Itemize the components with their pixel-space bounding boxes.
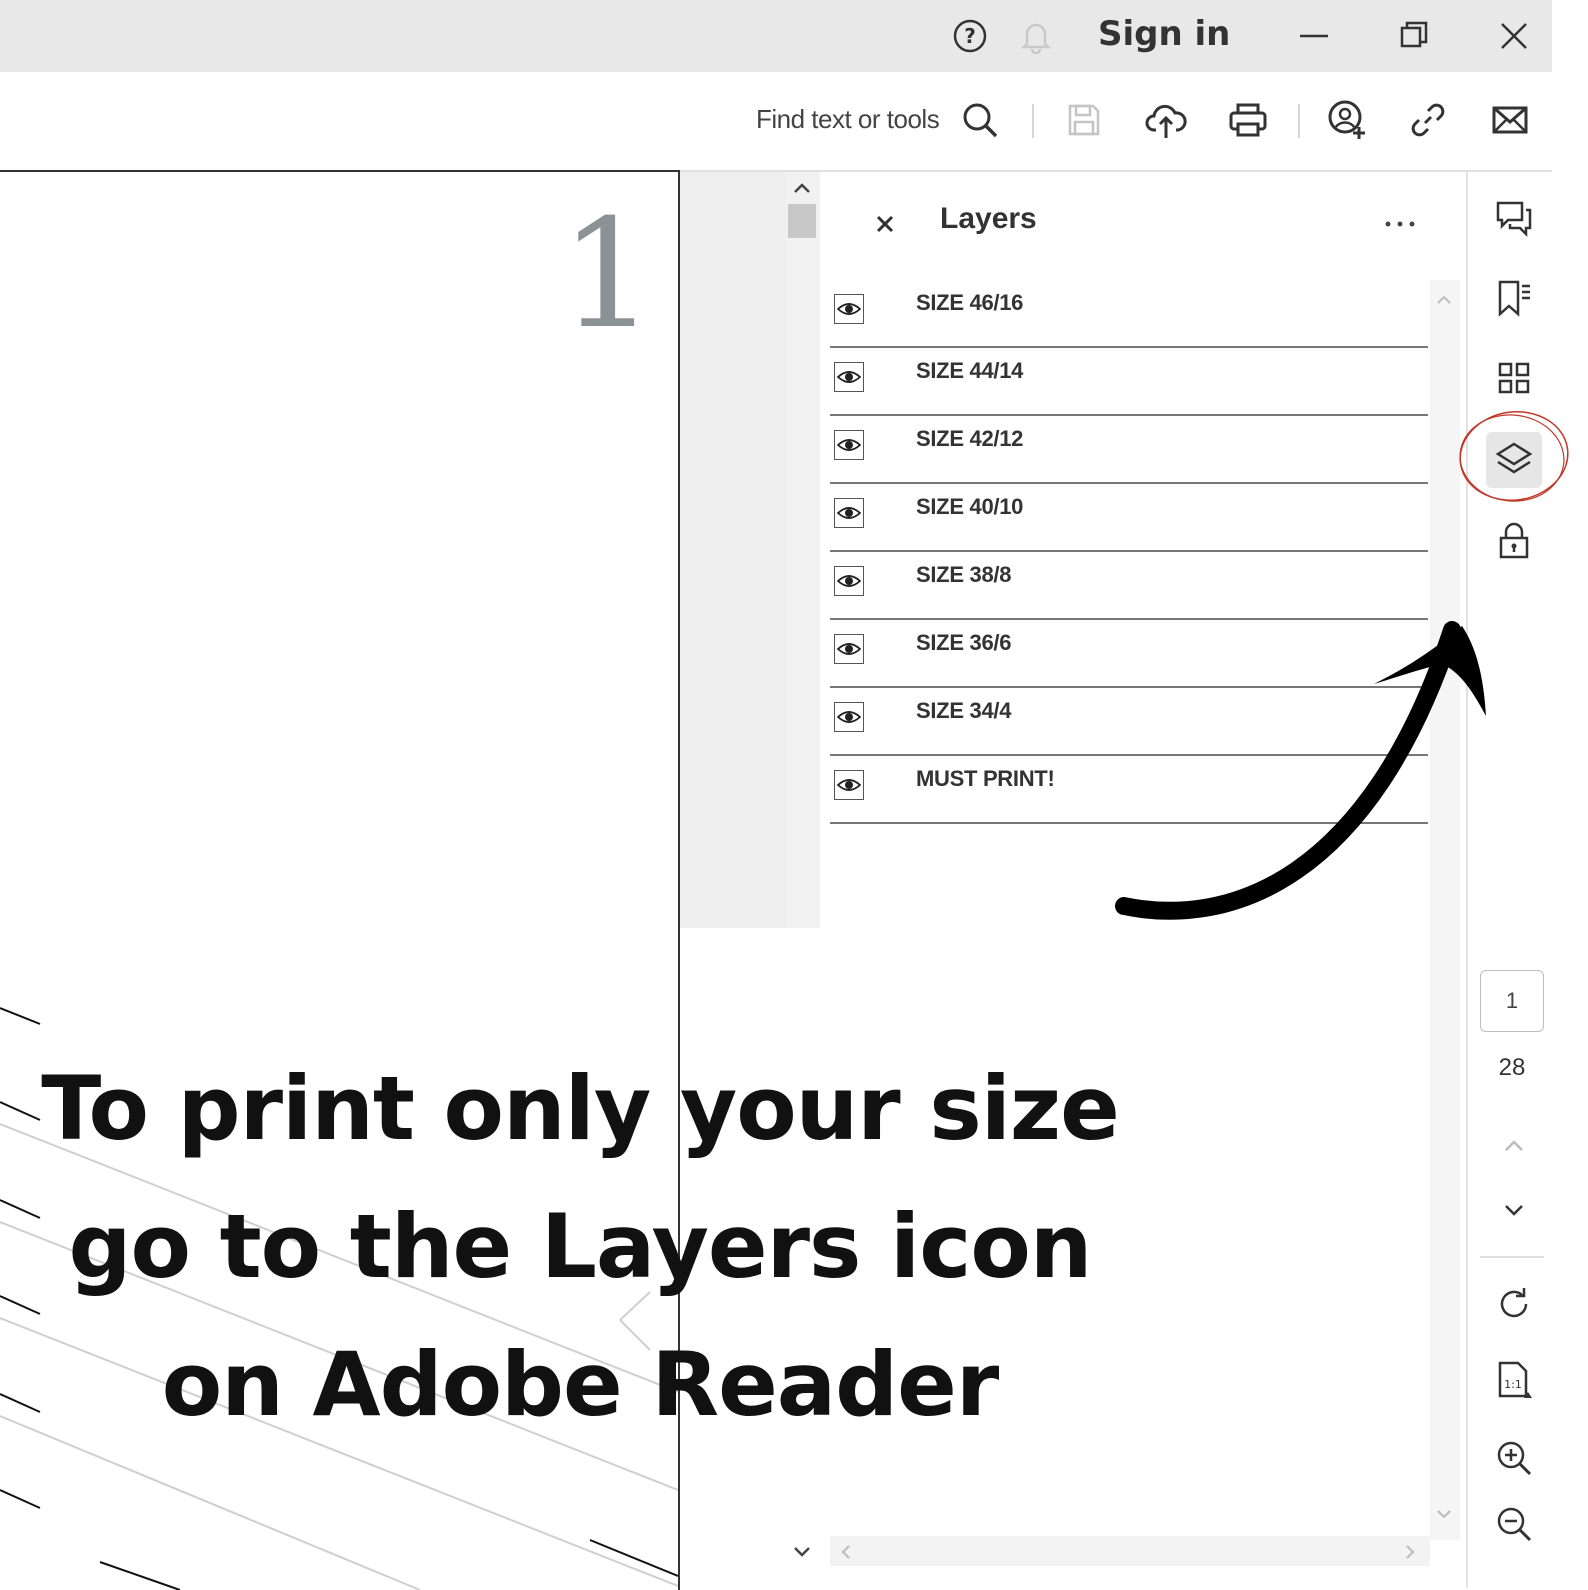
print-icon[interactable] bbox=[1226, 98, 1270, 142]
caption-line-3: on Adobe Reader bbox=[161, 1333, 1000, 1436]
layer-row[interactable]: SIZE 40/10 bbox=[830, 484, 1428, 552]
close-window-icon[interactable] bbox=[1494, 16, 1534, 56]
svg-text:?: ? bbox=[964, 24, 976, 48]
eye-icon[interactable] bbox=[834, 498, 864, 528]
layer-label: SIZE 46/16 bbox=[916, 290, 1024, 315]
layer-label: SIZE 36/6 bbox=[916, 630, 1012, 655]
scroll-down-icon[interactable] bbox=[790, 1542, 814, 1567]
toolbar-separator bbox=[1032, 104, 1034, 138]
title-bar: ? Sign in bbox=[0, 0, 1552, 72]
document-scrollbar[interactable] bbox=[786, 172, 820, 928]
window-edge bbox=[1552, 0, 1588, 1588]
actual-size-icon[interactable]: 1:1 bbox=[1486, 1352, 1542, 1408]
annotation-circle bbox=[1459, 411, 1569, 502]
zoom-out-icon[interactable] bbox=[1486, 1496, 1542, 1552]
page-thumbnails-icon[interactable] bbox=[1486, 350, 1542, 406]
bell-icon[interactable] bbox=[1016, 16, 1056, 56]
layer-row[interactable]: SIZE 46/16 bbox=[830, 280, 1428, 348]
restore-icon[interactable] bbox=[1394, 16, 1434, 56]
page-number-display: 1 bbox=[560, 188, 656, 362]
save-icon[interactable] bbox=[1062, 98, 1106, 142]
layer-label: SIZE 42/12 bbox=[916, 426, 1024, 451]
next-page-icon[interactable] bbox=[1486, 1182, 1542, 1238]
eye-icon[interactable] bbox=[834, 294, 864, 324]
minimize-icon[interactable] bbox=[1294, 16, 1334, 56]
previous-page-icon[interactable] bbox=[1486, 1118, 1542, 1174]
rotate-icon[interactable] bbox=[1486, 1276, 1542, 1332]
rail-separator bbox=[1480, 1256, 1544, 1258]
find-text-input[interactable]: Find text or tools bbox=[756, 104, 940, 135]
eye-icon[interactable] bbox=[834, 702, 864, 732]
caption-line-2: go to the Layers icon bbox=[68, 1195, 1093, 1298]
comment-icon[interactable] bbox=[1486, 190, 1542, 246]
eye-icon[interactable] bbox=[834, 634, 864, 664]
eye-icon[interactable] bbox=[834, 430, 864, 460]
layers-horizontal-scrollbar[interactable] bbox=[830, 1536, 1430, 1566]
upload-cloud-icon[interactable] bbox=[1144, 98, 1188, 142]
help-icon[interactable]: ? bbox=[950, 16, 990, 56]
eye-icon[interactable] bbox=[834, 566, 864, 596]
close-panel-icon[interactable] bbox=[870, 206, 900, 242]
panel-scroll-down-icon[interactable] bbox=[1432, 1504, 1456, 1529]
eye-icon[interactable] bbox=[834, 362, 864, 392]
layer-label: MUST PRINT! bbox=[916, 766, 1055, 791]
instruction-caption: To print only your size go to the Layers… bbox=[0, 1040, 1160, 1454]
layer-row[interactable]: SIZE 44/14 bbox=[830, 348, 1428, 416]
layers-panel-title: Layers bbox=[940, 202, 1037, 235]
layer-label: SIZE 44/14 bbox=[916, 358, 1024, 383]
toolbar-separator-2 bbox=[1298, 104, 1300, 138]
email-icon[interactable] bbox=[1488, 98, 1532, 142]
document-scrollbar-thumb[interactable] bbox=[788, 204, 816, 238]
scroll-left-icon[interactable] bbox=[836, 1540, 856, 1569]
scroll-up-icon[interactable] bbox=[790, 178, 814, 203]
bookmark-icon[interactable] bbox=[1486, 270, 1542, 326]
layer-row[interactable]: SIZE 42/12 bbox=[830, 416, 1428, 484]
more-options-icon[interactable] bbox=[1380, 206, 1420, 242]
share-user-icon[interactable] bbox=[1326, 98, 1370, 142]
caption-line-1: To print only your size bbox=[41, 1057, 1120, 1160]
layer-label: SIZE 38/8 bbox=[916, 562, 1012, 587]
zoom-in-icon[interactable] bbox=[1486, 1430, 1542, 1486]
total-pages: 28 bbox=[1498, 1054, 1526, 1081]
search-icon[interactable] bbox=[958, 98, 1002, 142]
lock-icon[interactable] bbox=[1486, 512, 1542, 568]
current-page-input[interactable]: 1 bbox=[1480, 970, 1544, 1032]
scroll-right-icon[interactable] bbox=[1400, 1540, 1420, 1569]
annotation-arrow bbox=[1115, 621, 1486, 920]
layer-label: SIZE 34/4 bbox=[916, 698, 1012, 723]
layer-label: SIZE 40/10 bbox=[916, 494, 1024, 519]
link-icon[interactable] bbox=[1406, 98, 1450, 142]
eye-icon[interactable] bbox=[834, 770, 864, 800]
panel-scroll-up-icon[interactable] bbox=[1432, 290, 1456, 315]
sign-in-link[interactable]: Sign in bbox=[1098, 14, 1230, 54]
document-gutter bbox=[680, 172, 786, 928]
svg-text:1:1: 1:1 bbox=[1504, 1378, 1522, 1391]
